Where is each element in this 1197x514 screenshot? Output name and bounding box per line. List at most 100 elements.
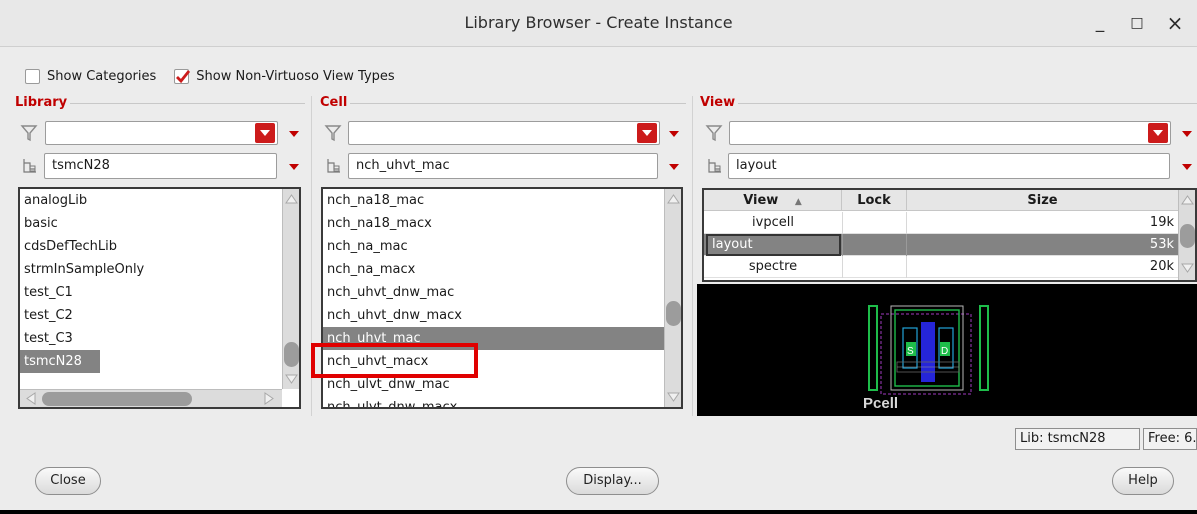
library-list-item[interactable]: analogLib	[20, 189, 282, 212]
view-options: Show Categories Show Non-Virtuoso View T…	[25, 66, 395, 86]
help-button[interactable]: Help	[1112, 467, 1174, 495]
cell-list-item[interactable]: nch_uhvt_dnw_macx	[323, 304, 664, 327]
scroll-up-icon[interactable]	[1180, 192, 1195, 208]
svg-text:D: D	[941, 346, 948, 357]
sort-ascending-icon: ▲	[794, 197, 802, 207]
lock-cell	[842, 212, 907, 234]
funnel-icon	[705, 125, 723, 142]
scroll-left-icon[interactable]	[23, 391, 39, 406]
cell-filter-dropdown-button[interactable]	[637, 123, 657, 143]
chevron-down-icon[interactable]	[669, 164, 679, 172]
library-tree-icon	[23, 159, 36, 173]
scroll-down-icon[interactable]	[1180, 260, 1195, 276]
show-categories-label: Show Categories	[47, 68, 157, 84]
window-title: Library Browser - Create Instance	[464, 13, 733, 32]
close-window-button[interactable]: ×	[1160, 10, 1190, 36]
library-list-items: analogLib basic cdsDefTechLib strmInSamp…	[20, 189, 282, 373]
library-list-item[interactable]: strmInSampleOnly	[20, 258, 282, 281]
cell-vertical-scrollbar[interactable]	[664, 189, 681, 407]
cell-name-field[interactable]: nch_uhvt_mac	[348, 153, 658, 179]
view-name-field[interactable]: layout	[728, 153, 1170, 179]
size-cell: 20k	[1149, 259, 1174, 274]
scroll-up-icon[interactable]	[284, 191, 299, 207]
view-cell: layout	[706, 234, 841, 256]
view-column-header[interactable]: View ▲	[704, 190, 842, 211]
title-bar: Library Browser - Create Instance _ □ ×	[0, 0, 1197, 47]
chevron-down-icon[interactable]	[289, 164, 299, 172]
cell-list-item[interactable]: nch_ulvt_dnw_macx	[323, 396, 664, 407]
highlight-box	[311, 343, 478, 378]
view-filter-input[interactable]	[729, 121, 1171, 145]
panel-separator[interactable]	[692, 96, 693, 416]
library-list[interactable]: analogLib basic cdsDefTechLib strmInSamp…	[18, 187, 301, 409]
cell-filter-input[interactable]	[348, 121, 660, 145]
library-list-item-selected[interactable]: tsmcN28	[20, 350, 100, 373]
library-header-rule	[70, 103, 305, 104]
chevron-down-icon[interactable]	[1182, 131, 1192, 139]
library-browser-window: Library Browser - Create Instance _ □ × …	[0, 0, 1197, 510]
lock-cell	[842, 234, 907, 256]
library-filter-input[interactable]	[45, 121, 278, 145]
show-non-virtuoso-checkbox[interactable]	[174, 68, 191, 84]
library-hscroll-thumb[interactable]	[42, 392, 192, 406]
chevron-down-icon[interactable]	[669, 131, 679, 139]
view-header: View	[700, 95, 736, 110]
library-tree-icon	[327, 159, 340, 173]
funnel-icon	[324, 125, 342, 142]
view-table-row[interactable]: spectre 20k	[704, 256, 1178, 278]
chevron-down-icon[interactable]	[1182, 164, 1192, 172]
library-vertical-scrollbar[interactable]	[282, 189, 299, 389]
layout-preview-image: S D	[868, 305, 989, 395]
scroll-down-icon[interactable]	[284, 371, 299, 387]
cell-list-item[interactable]: nch_uhvt_dnw_mac	[323, 281, 664, 304]
maximize-button[interactable]: □	[1122, 10, 1152, 36]
library-list-item[interactable]: basic	[20, 212, 282, 235]
view-vertical-scrollbar[interactable]	[1178, 190, 1195, 280]
cell-preview: S D Pcell	[697, 284, 1197, 416]
view-vscroll-thumb[interactable]	[1180, 224, 1195, 248]
lock-column-header[interactable]: Lock	[842, 190, 907, 211]
cell-list-item[interactable]: nch_na_macx	[323, 258, 664, 281]
view-column-label: View	[743, 193, 779, 208]
cell-header-rule	[350, 103, 686, 104]
library-list-item[interactable]: test_C3	[20, 327, 282, 350]
size-cell: 19k	[1149, 215, 1174, 230]
cell-list-item[interactable]: nch_na18_mac	[323, 189, 664, 212]
cell-vscroll-thumb[interactable]	[666, 301, 681, 326]
library-list-item[interactable]: test_C1	[20, 281, 282, 304]
view-table-header: View ▲ Lock Size	[704, 190, 1178, 211]
scroll-right-icon[interactable]	[261, 391, 277, 406]
size-column-header[interactable]: Size	[907, 190, 1178, 211]
lock-cell	[842, 256, 907, 278]
view-cell: ivpcell	[752, 215, 794, 230]
view-table-row-selected[interactable]: layout 53k	[704, 234, 1178, 256]
view-filter-dropdown-button[interactable]	[1148, 123, 1168, 143]
close-button[interactable]: Close	[35, 467, 101, 495]
pcell-label: Pcell	[863, 395, 899, 412]
library-filter-dropdown-button[interactable]	[255, 123, 275, 143]
view-header-rule	[738, 103, 1197, 104]
cell-list-item[interactable]: nch_na18_macx	[323, 212, 664, 235]
library-list-item[interactable]: test_C2	[20, 304, 282, 327]
display-button[interactable]: Display...	[566, 467, 659, 495]
scroll-up-icon[interactable]	[666, 191, 681, 207]
chevron-down-icon[interactable]	[289, 131, 299, 139]
library-vscroll-thumb[interactable]	[284, 342, 299, 367]
library-name-field[interactable]: tsmcN28	[44, 153, 277, 179]
show-categories-checkbox[interactable]	[25, 68, 40, 84]
view-cell: spectre	[748, 259, 798, 274]
library-list-item[interactable]: cdsDefTechLib	[20, 235, 282, 258]
view-table-row[interactable]: ivpcell 19k	[704, 212, 1178, 234]
scroll-down-icon[interactable]	[666, 389, 681, 405]
library-header: Library	[15, 95, 68, 110]
cell-header: Cell	[320, 95, 348, 110]
checkmark-icon	[176, 69, 191, 83]
svg-text:S: S	[907, 346, 914, 357]
size-cell: 53k	[1149, 237, 1174, 252]
library-horizontal-scrollbar[interactable]	[20, 389, 282, 407]
cell-list-item[interactable]: nch_na_mac	[323, 235, 664, 258]
view-table[interactable]: View ▲ Lock Size ivpcell 19k layout 53k …	[702, 188, 1197, 282]
funnel-icon	[20, 125, 38, 142]
minimize-button[interactable]: _	[1085, 10, 1115, 36]
library-tree-icon	[708, 159, 721, 173]
